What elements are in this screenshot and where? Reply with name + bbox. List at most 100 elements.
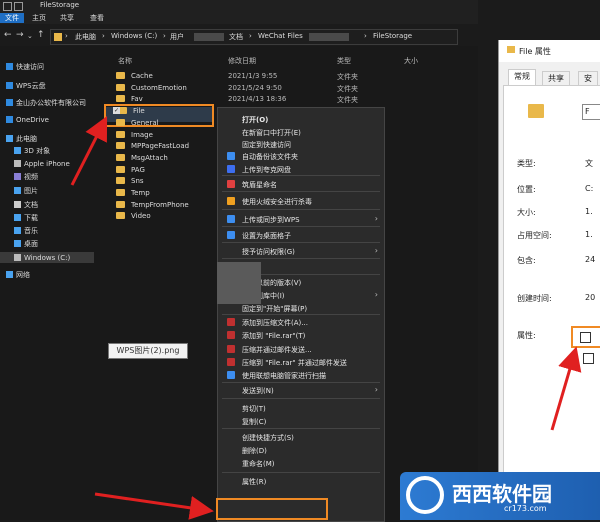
file-row[interactable]: Cache <box>116 72 153 80</box>
file-row[interactable]: PAG <box>116 165 145 174</box>
breadcrumb-separator: › <box>249 32 252 40</box>
tab-general[interactable]: 常规 <box>508 69 536 86</box>
context-menu-item[interactable]: 打开(O) <box>242 115 268 125</box>
context-menu-item[interactable]: 上传或同步到WPS <box>242 215 300 225</box>
up-arrow-icon[interactable]: ↑ <box>37 30 45 40</box>
sidebar-item[interactable]: Windows (C:) <box>14 254 70 262</box>
breadcrumb-filestorage[interactable]: FileStorage <box>373 32 412 40</box>
video-icon <box>14 173 21 180</box>
file-row[interactable]: Sns <box>116 177 144 185</box>
breadcrumb-wechat[interactable]: WeChat Files <box>258 32 303 40</box>
context-menu-item[interactable]: 使用联想电脑管家进行扫描 <box>242 371 326 381</box>
breadcrumb-this-pc[interactable]: 此电脑 <box>75 32 96 42</box>
column-size[interactable]: 大小 <box>404 56 418 66</box>
context-menu-item[interactable]: 删除(D) <box>242 446 267 456</box>
sidebar-item[interactable]: 金山办公软件有限公司 <box>6 98 86 108</box>
sidebar-item[interactable]: Apple iPhone <box>14 160 70 168</box>
breadcrumb-drive[interactable]: Windows (C:) <box>111 32 157 40</box>
context-menu-item[interactable]: 上传到夸克网盘 <box>242 165 291 175</box>
context-menu-item[interactable]: 筑盾星命名 <box>242 180 277 190</box>
context-menu-item[interactable]: 添加到 "File.rar"(T) <box>242 331 305 341</box>
folder-name-input[interactable]: F <box>582 104 600 120</box>
sidebar-item[interactable]: OneDrive <box>6 116 49 124</box>
file-row[interactable]: Fav <box>116 95 143 103</box>
file-row[interactable]: CustomEmotion <box>116 83 187 92</box>
context-menu-item[interactable]: 使用火绒安全进行杀毒 <box>242 197 312 207</box>
watermark-banner: 西西软件园 cr173.com <box>400 472 600 520</box>
context-menu-item[interactable]: 压缩并通过邮件发送... <box>242 345 312 355</box>
file-date: 2021/1/3 9:55 <box>228 72 278 80</box>
context-menu-item[interactable]: 固定到快速访问 <box>242 140 291 150</box>
sidebar-item-label: 下载 <box>24 214 38 222</box>
context-menu-item[interactable]: 在新窗口中打开(E) <box>242 128 301 138</box>
folder-icon <box>54 33 62 41</box>
sidebar-item-label: 文档 <box>24 201 38 209</box>
context-menu-item[interactable]: 复制(C) <box>242 417 266 427</box>
breadcrumb-separator: › <box>65 32 68 40</box>
context-menu-item[interactable]: 创建快捷方式(S) <box>242 433 294 443</box>
file-name: General <box>131 118 159 127</box>
column-name[interactable]: 名称 <box>118 56 132 66</box>
column-type[interactable]: 类型 <box>337 56 351 66</box>
breadcrumb-users[interactable]: 用户 <box>170 32 184 42</box>
hidden-checkbox[interactable] <box>583 353 594 364</box>
sidebar-item[interactable]: 快速访问 <box>6 62 44 72</box>
back-arrow-icon[interactable]: ← <box>4 30 12 40</box>
sidebar-item[interactable]: WPS云盘 <box>6 81 46 91</box>
file-row[interactable]: ✓ File <box>113 107 145 115</box>
tab-sharing[interactable]: 共享 <box>542 71 570 86</box>
file-row[interactable]: Temp <box>116 189 150 197</box>
tab-share[interactable]: 共享 <box>56 13 78 23</box>
file-row[interactable]: Video <box>116 212 151 220</box>
save-icon[interactable] <box>14 2 23 11</box>
property-label: 类型: <box>517 159 536 168</box>
menu-item-icon <box>227 197 235 205</box>
address-bar[interactable]: › 此电脑 › Windows (C:) › 用户 文档 › WeChat Fi… <box>50 29 458 45</box>
checkbox-checked-icon[interactable]: ✓ <box>113 107 120 115</box>
context-menu-item[interactable]: 自动备份该文件夹 <box>242 152 298 162</box>
file-row[interactable]: TempFromPhone <box>116 200 189 209</box>
context-menu-item[interactable]: 授予访问权限(G) <box>242 247 295 257</box>
property-value: 1. <box>585 207 593 216</box>
context-menu-item[interactable]: 固定到"开始"屏幕(P) <box>242 304 307 314</box>
sidebar-item[interactable]: 此电脑 <box>6 134 37 144</box>
sidebar-item[interactable]: 音乐 <box>14 226 38 236</box>
forward-arrow-icon[interactable]: → <box>16 30 24 40</box>
breadcrumb-separator: › <box>163 32 166 40</box>
context-menu-item[interactable]: 添加到压缩文件(A)... <box>242 318 308 328</box>
sidebar-item[interactable]: 图片 <box>14 186 38 196</box>
file-row[interactable]: MPPageFastLoad <box>116 142 189 150</box>
file-row[interactable]: MsgAttach <box>116 153 168 162</box>
tab-home[interactable]: 主页 <box>28 13 50 23</box>
context-menu-item[interactable]: 压缩到 "File.rar" 并通过邮件发送 <box>242 358 347 368</box>
file-row[interactable]: Image <box>116 130 153 139</box>
chevron-down-icon[interactable]: ⌄ <box>27 32 33 40</box>
tab-file[interactable]: 文件 <box>0 13 24 23</box>
context-menu: 打开(O) 在新窗口中打开(E) 固定到快速访问 自动备份该文件夹 上传到夸克网盘 筑盾星… <box>217 107 385 522</box>
tab-security[interactable]: 安 <box>578 71 598 86</box>
breadcrumb-separator: › <box>364 32 367 40</box>
sidebar-item[interactable]: 3D 对象 <box>14 146 50 156</box>
watermark-brand: 西西软件园 <box>452 482 552 506</box>
column-date[interactable]: 修改日期 <box>228 56 256 66</box>
sidebar-item-label: 此电脑 <box>16 135 37 143</box>
file-name: MsgAttach <box>131 153 168 162</box>
folder-icon <box>116 95 125 103</box>
context-menu-item[interactable]: 属性(R) <box>242 477 266 487</box>
context-menu-item[interactable]: 发送到(N) <box>242 386 274 396</box>
sidebar-item[interactable]: 文档 <box>14 200 38 210</box>
folder-icon <box>116 212 125 220</box>
file-name: MPPageFastLoad <box>131 142 190 151</box>
sidebar-item[interactable]: 网络 <box>6 270 30 280</box>
context-menu-item[interactable]: 重命名(M) <box>242 459 275 469</box>
context-menu-item[interactable]: 剪切(T) <box>242 404 266 414</box>
context-menu-item[interactable]: 设置为桌面格子 <box>242 231 291 241</box>
sidebar-item[interactable]: 视频 <box>14 172 38 182</box>
redacted-username <box>194 33 224 41</box>
breadcrumb-documents[interactable]: 文档 <box>229 32 243 42</box>
file-row[interactable]: General <box>116 118 159 127</box>
tab-view[interactable]: 查看 <box>86 13 108 23</box>
sidebar-item[interactable]: 桌面 <box>14 239 38 249</box>
submenu-arrow-icon: › <box>374 385 378 394</box>
sidebar-item[interactable]: 下载 <box>14 213 38 223</box>
